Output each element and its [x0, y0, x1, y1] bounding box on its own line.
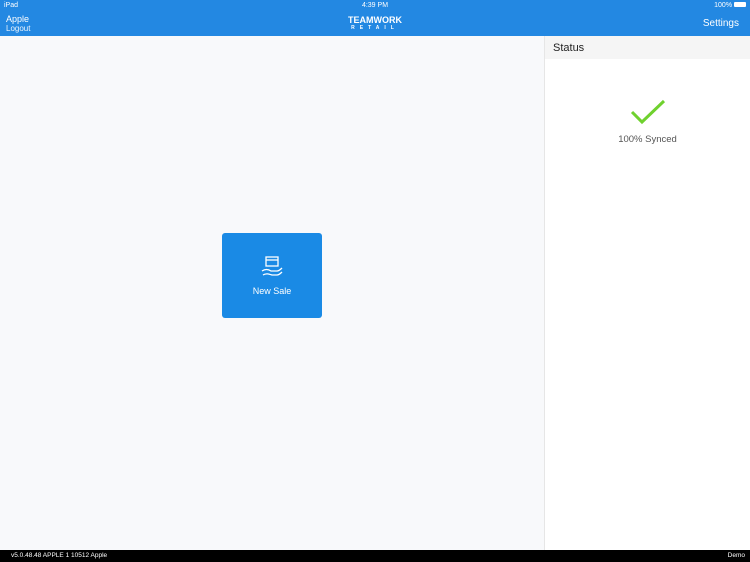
logo-sub: RETAIL — [351, 25, 399, 31]
new-sale-label: New Sale — [252, 286, 292, 296]
hand-box-icon — [261, 256, 283, 276]
header-bar: iPad 4:39 PM 100% Apple Logout TEAMWORK RE… — [0, 0, 750, 36]
settings-button[interactable]: Settings — [703, 18, 739, 29]
footer: v5.0.48.48 APPLE 1 10512 Apple Demo — [0, 550, 750, 562]
battery-percent: 100% — [714, 2, 733, 9]
main-area: New Sale — [0, 36, 544, 550]
checkmark-icon — [630, 99, 665, 125]
clock: 4:39 PM — [361, 2, 389, 9]
battery-icon — [734, 2, 746, 7]
sync-status: 100% Synced — [618, 134, 677, 145]
version-info: v5.0.48.48 APPLE 1 10512 Apple — [11, 552, 108, 559]
new-sale-button[interactable]: New Sale — [222, 233, 322, 318]
mode-label: Demo — [727, 552, 745, 559]
status-panel: Status 100% Synced — [544, 36, 750, 550]
logo: TEAMWORK RETAIL — [0, 16, 750, 32]
battery: 100% — [714, 2, 746, 9]
status-title: Status — [545, 36, 750, 59]
